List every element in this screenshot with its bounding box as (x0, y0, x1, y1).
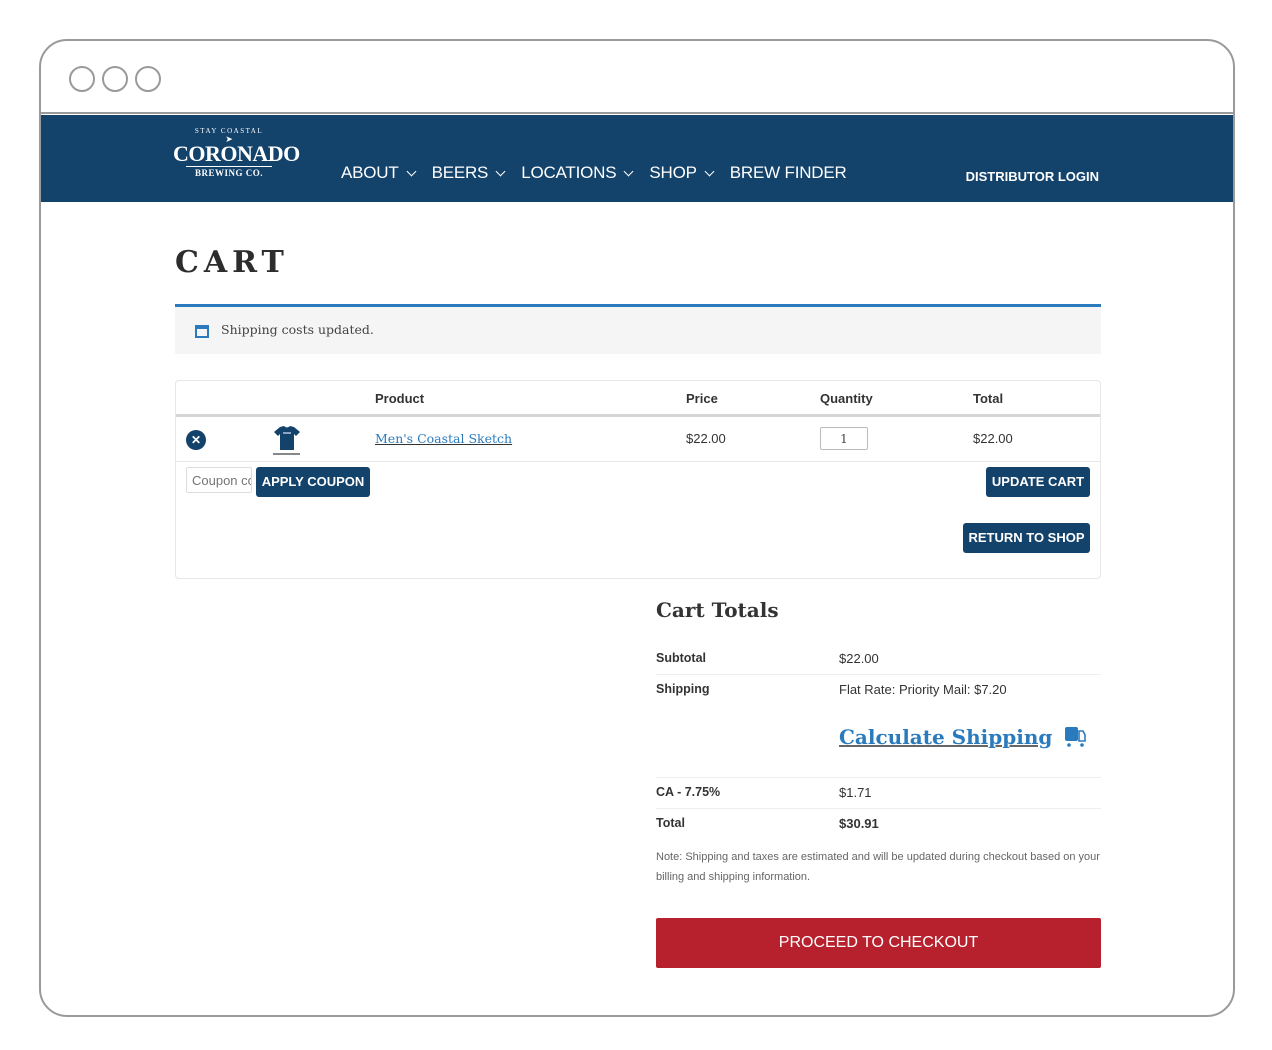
shipping-notice: Shipping costs updated. (175, 304, 1101, 354)
nav-item-beers[interactable]: BEERS (431, 163, 506, 183)
chevron-down-icon (704, 166, 715, 176)
notice-text: Shipping costs updated. (221, 322, 374, 337)
shipping-label: Shipping (656, 682, 710, 696)
calculate-shipping-label: Calculate Shipping (839, 725, 1053, 749)
nav-item-about[interactable]: ABOUT (341, 163, 417, 183)
window-close-button[interactable] (69, 66, 95, 92)
window-maximize-button[interactable] (135, 66, 161, 92)
subtotal-label: Subtotal (656, 651, 706, 665)
item-price: $22.00 (686, 431, 726, 446)
column-header-total: Total (973, 391, 1004, 406)
window-icon (195, 325, 209, 338)
chevron-down-icon (406, 166, 417, 176)
apply-coupon-button[interactable]: APPLY COUPON (256, 467, 370, 497)
logo-divider (186, 166, 272, 167)
table-row: ✕ Men's Coastal Sketch $22.00 $22.00 (176, 417, 1100, 462)
tax-value: $1.71 (839, 785, 872, 800)
chevron-down-icon (623, 166, 634, 176)
proceed-to-checkout-button[interactable]: PROCEED TO CHECKOUT (656, 918, 1101, 968)
product-link[interactable]: Men's Coastal Sketch (375, 431, 512, 446)
browser-window: STAY COASTAL ➤ CORONADO BREWING CO. ABOU… (39, 39, 1235, 1017)
nav-label: ABOUT (341, 163, 399, 182)
distributor-login-link[interactable]: DISTRIBUTOR LOGIN (966, 169, 1099, 184)
truck-icon (1065, 727, 1087, 747)
page-title: CART (175, 245, 289, 280)
cart-table: Product Price Quantity Total ✕ Men's Coa… (175, 380, 1101, 579)
total-label: Total (656, 816, 685, 830)
total-value: $30.91 (839, 816, 879, 831)
nav-label: SHOP (649, 163, 697, 182)
remove-item-button[interactable]: ✕ (186, 430, 206, 450)
window-titlebar (41, 41, 1233, 114)
cart-table-header: Product Price Quantity Total (176, 381, 1100, 417)
logo-name: CORONADO (173, 141, 300, 166)
return-to-shop-button[interactable]: RETURN TO SHOP (963, 523, 1090, 553)
shipping-tax-note: Note: Shipping and taxes are estimated a… (656, 851, 1100, 883)
quantity-input[interactable] (820, 427, 868, 450)
thumbnail-underline (273, 453, 300, 455)
site-header: STAY COASTAL ➤ CORONADO BREWING CO. ABOU… (41, 115, 1233, 202)
nav-item-locations[interactable]: LOCATIONS (521, 163, 634, 183)
logo-subtitle: BREWING CO. (194, 168, 263, 178)
subtotal-row: Subtotal $22.00 (656, 644, 1101, 675)
chevron-down-icon (495, 166, 506, 176)
tax-row: CA - 7.75% $1.71 (656, 778, 1101, 809)
column-header-price: Price (686, 391, 718, 406)
tax-label: CA - 7.75% (656, 785, 721, 799)
nav-label: LOCATIONS (521, 163, 617, 182)
item-total: $22.00 (973, 431, 1013, 446)
update-cart-button[interactable]: UPDATE CART (986, 467, 1090, 497)
total-row: Total $30.91 (656, 809, 1101, 840)
subtotal-value: $22.00 (839, 651, 879, 666)
calculate-shipping-link[interactable]: Calculate Shipping (839, 725, 1087, 749)
column-header-quantity: Quantity (820, 391, 873, 406)
nav-item-shop[interactable]: SHOP (649, 163, 715, 183)
column-header-product: Product (375, 391, 425, 406)
coupon-code-input[interactable] (186, 467, 252, 493)
cart-totals-title: Cart Totals (656, 598, 779, 622)
shipping-value: Flat Rate: Priority Mail: $7.20 (839, 682, 1007, 697)
cart-totals: Cart Totals Subtotal $22.00 Shipping Fla… (656, 598, 1101, 968)
t-shirt-icon[interactable] (272, 423, 302, 453)
nav-label: BREW FINDER (729, 163, 847, 182)
main-nav: ABOUT BEERS LOCATIONS SHOP BREW FINDER (341, 163, 864, 183)
coronado-logo[interactable]: STAY COASTAL ➤ CORONADO BREWING CO. (173, 127, 300, 187)
window-minimize-button[interactable] (102, 66, 128, 92)
nav-label: BEERS (431, 163, 489, 182)
nav-item-brew-finder[interactable]: BREW FINDER (730, 163, 847, 183)
